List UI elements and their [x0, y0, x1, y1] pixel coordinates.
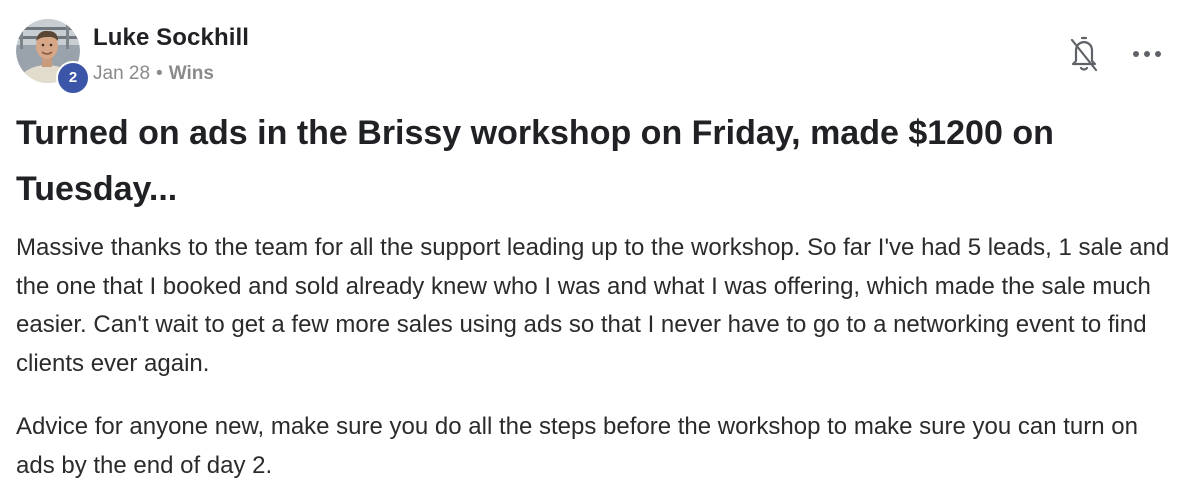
post-title: Turned on ads in the Brissy workshop on …: [16, 114, 1054, 208]
bell-off-icon: [1070, 36, 1098, 72]
more-options-button[interactable]: [1127, 44, 1167, 64]
post-category[interactable]: Wins: [169, 63, 214, 84]
author-avatar[interactable]: 2: [16, 19, 90, 95]
post-date[interactable]: Jan 28: [93, 63, 150, 84]
meta-separator: •: [156, 63, 163, 84]
post-body-paragraph: Advice for anyone new, make sure you do …: [16, 413, 1138, 479]
notifications-button[interactable]: [1066, 34, 1102, 74]
level-badge: 2: [56, 61, 90, 95]
post-meta: Jan 28 • Wins: [93, 63, 214, 85]
more-horizontal-icon: [1133, 51, 1161, 57]
author-name[interactable]: Luke Sockhill: [93, 24, 249, 52]
post-body-paragraph: Massive thanks to the team for all the s…: [16, 234, 1170, 377]
post-card: 2 Luke Sockhill Jan 28 • Wins Turned on ad…: [0, 0, 1194, 502]
post-header: 2 Luke Sockhill Jan 28 • Wins: [16, 19, 1176, 95]
